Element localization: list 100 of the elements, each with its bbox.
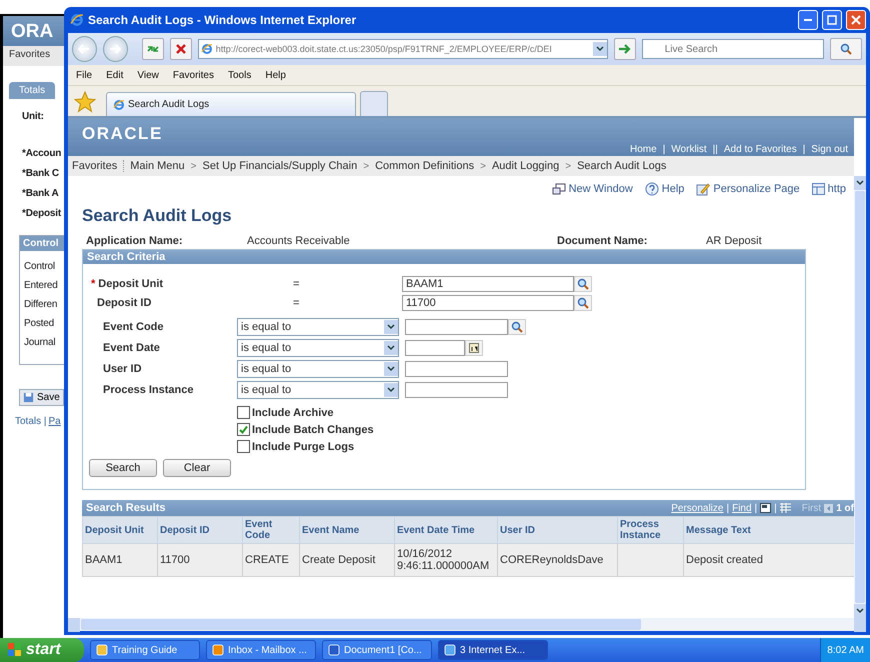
caret-icon (856, 608, 864, 614)
star-icon[interactable] (74, 91, 96, 113)
new-tab-button[interactable] (360, 91, 388, 116)
header-link[interactable]: Worklist (671, 144, 707, 155)
text-field[interactable]: 11700 (402, 294, 574, 310)
breadcrumb[interactable]: Search Audit Logs (577, 160, 666, 172)
action-button[interactable]: Clear (163, 459, 231, 477)
go-button[interactable] (614, 38, 636, 60)
search-icon (840, 43, 852, 55)
operator: = (293, 296, 300, 308)
footer-link[interactable]: Pa (48, 416, 61, 427)
pencil-page-icon (696, 182, 710, 196)
close-button[interactable] (846, 10, 866, 30)
text-field[interactable] (405, 318, 508, 334)
favorites-menu[interactable]: Favorites (3, 46, 64, 66)
operator-dropdown[interactable]: is equal to (237, 360, 399, 378)
table-cell: Deposit created (684, 544, 854, 576)
separator: > (480, 160, 486, 172)
field-label: Document Name: (557, 234, 648, 246)
operator: = (293, 278, 300, 290)
breadcrumb[interactable]: Main Menu (123, 160, 185, 172)
separator: | (802, 144, 806, 155)
breadcrumb[interactable]: Audit Logging (492, 160, 560, 172)
arrow-icon (618, 43, 632, 55)
search-icon (577, 278, 589, 290)
clock: 8:02 AM (827, 644, 864, 656)
group-title: Control (20, 236, 64, 251)
logo: ORA (3, 16, 64, 46)
stop-button[interactable] (170, 38, 192, 60)
back-button[interactable] (72, 36, 97, 62)
grid-icon[interactable] (780, 503, 791, 513)
lookup-button[interactable] (508, 318, 526, 334)
previous-icon (824, 504, 834, 512)
header-link[interactable]: Add to Favorites (724, 144, 797, 155)
header-link[interactable]: Sign out (811, 144, 848, 155)
separator: > (190, 160, 197, 172)
menu-item[interactable]: Favorites (172, 70, 214, 80)
menu-item[interactable]: View (137, 70, 159, 80)
column-header: User ID (498, 516, 618, 544)
column-header: Process Instance (618, 516, 684, 544)
field-label: Entered (24, 280, 58, 291)
footer-text: Totals | (15, 416, 46, 427)
minimize-button[interactable] (798, 10, 818, 30)
forward-button[interactable] (102, 36, 128, 62)
action-button[interactable]: Search (89, 459, 157, 477)
taskbar-button[interactable]: 3 Internet Ex... (438, 640, 548, 660)
operator-dropdown[interactable]: is equal to (237, 318, 399, 336)
table-icon (812, 183, 825, 195)
logo: ORACLE (82, 124, 163, 144)
taskbar-button[interactable]: Document1 [Co... (322, 640, 432, 660)
minimize-icon (804, 19, 812, 21)
menu-item[interactable]: Help (265, 70, 286, 80)
date-field[interactable] (405, 340, 465, 356)
table-cell: CREATE (242, 544, 300, 576)
toolbar-link[interactable]: New Window (552, 180, 633, 198)
horizontal-scrollbar[interactable] (68, 618, 866, 631)
breadcrumb[interactable]: Common Definitions (375, 160, 474, 172)
lookup-button[interactable] (574, 294, 592, 310)
toolbar-link[interactable]: Personalize Page (696, 180, 800, 198)
search-field[interactable]: Live Search (642, 39, 824, 59)
text-field[interactable] (405, 382, 508, 398)
view-all-icon[interactable] (760, 503, 772, 513)
taskbar-button[interactable]: Inbox - Mailbox ... (206, 640, 316, 660)
breadcrumb[interactable]: Set Up Financials/Supply Chain (202, 160, 358, 172)
check-icon (239, 425, 248, 434)
field-label: Posted (24, 318, 54, 329)
menu-item[interactable]: File (76, 70, 92, 80)
table-cell: Create Deposit (300, 544, 394, 576)
toolbar-link[interactable]: Help (644, 180, 684, 198)
field-label: Event Code (102, 320, 164, 332)
search-icon (577, 296, 589, 308)
menu-item[interactable]: Edit (106, 70, 124, 80)
browser-tab[interactable]: Search Audit Logs (106, 92, 356, 116)
calendar-button[interactable] (465, 340, 483, 356)
address-bar[interactable]: http://corect-web003.doit.state.ct.us:23050/psp/F91TRNF_2/EMPLOYEE/ERP/c/DEI (198, 39, 608, 59)
header-link[interactable]: Home (630, 144, 657, 155)
operator-dropdown[interactable]: is equal to (237, 380, 399, 398)
search-button[interactable] (830, 38, 862, 60)
lookup-button[interactable] (574, 276, 592, 292)
column-header: Event Date Time (394, 516, 498, 544)
checkbox[interactable]: Include Archive (237, 406, 334, 419)
text-field[interactable] (405, 360, 508, 376)
window-title: Search Audit Logs - Windows Internet Explorer (88, 13, 358, 27)
save-button[interactable]: Save (19, 389, 64, 406)
page-count: 1 of (836, 502, 854, 514)
checkbox[interactable]: Include Batch Changes (237, 423, 374, 436)
taskbar-button[interactable]: Training Guide (90, 640, 200, 660)
floppy-icon (23, 392, 34, 403)
refresh-button[interactable] (142, 38, 164, 60)
breadcrumb[interactable]: Favorites (72, 160, 118, 172)
field-label: *Bank A (22, 188, 59, 199)
checkbox[interactable]: Include Purge Logs (237, 440, 354, 453)
toolbar-link[interactable]: http (812, 180, 846, 198)
vertical-scrollbar[interactable] (854, 176, 866, 618)
text-field[interactable]: BAAM1 (402, 276, 574, 292)
operator-dropdown[interactable]: is equal to (237, 338, 399, 356)
column-header: Event Name (300, 516, 394, 544)
caret-icon (387, 324, 395, 330)
maximize-button[interactable] (822, 10, 842, 30)
menu-item[interactable]: Tools (228, 70, 252, 80)
